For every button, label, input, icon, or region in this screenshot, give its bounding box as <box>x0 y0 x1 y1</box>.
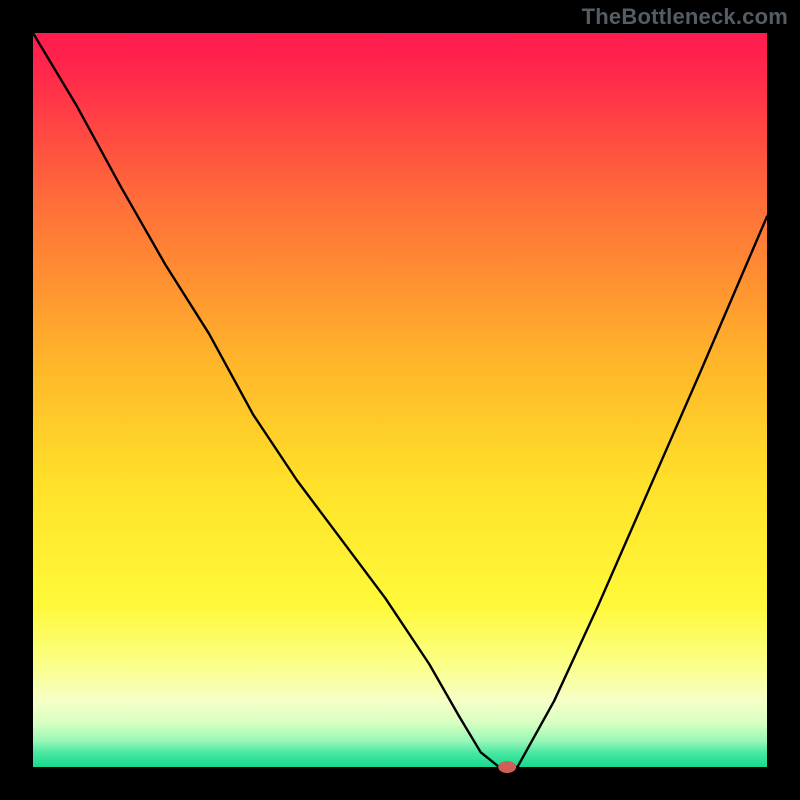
bottleneck-plot <box>0 0 800 800</box>
chart-frame: TheBottleneck.com <box>0 0 800 800</box>
minimum-marker <box>498 761 516 773</box>
plot-background <box>33 33 767 767</box>
